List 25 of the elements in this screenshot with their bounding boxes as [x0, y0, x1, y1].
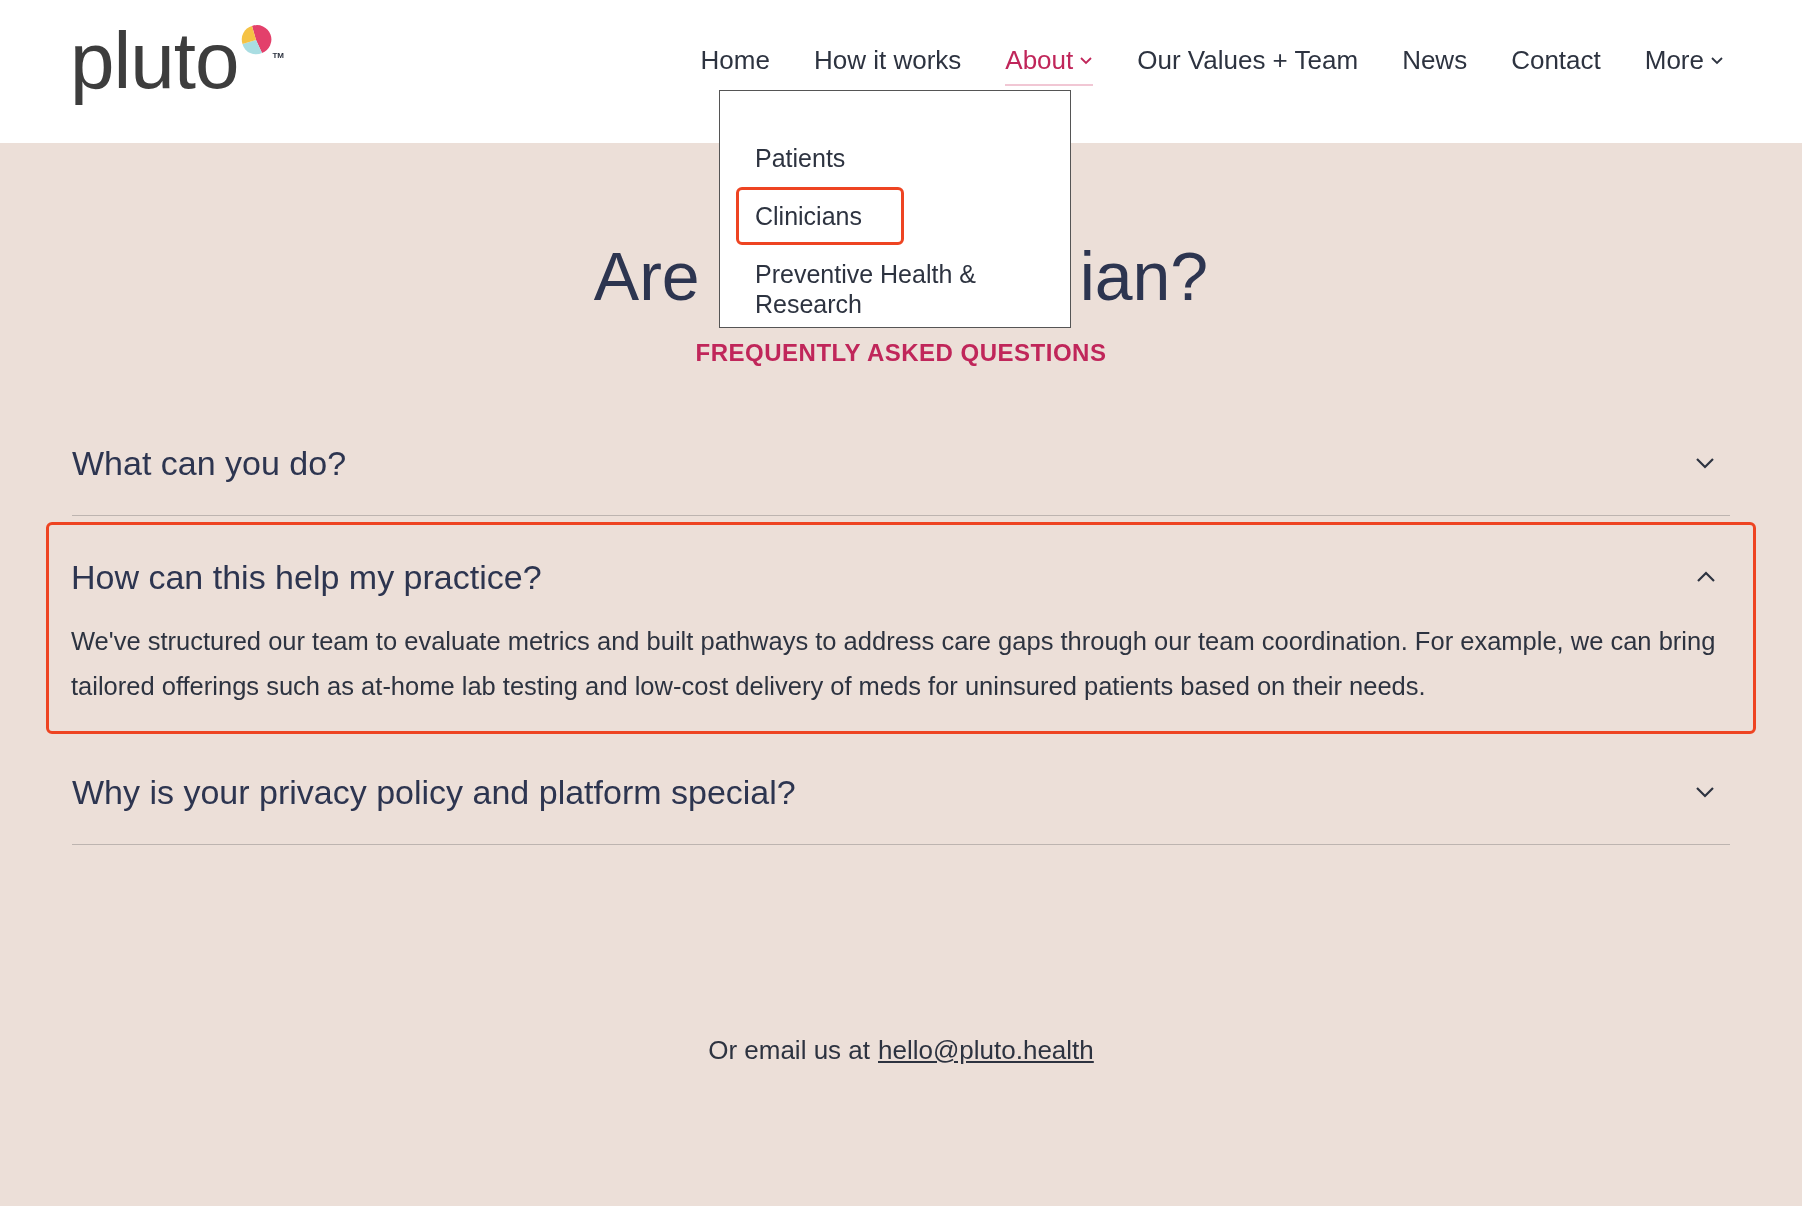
chevron-down-icon: [1694, 785, 1716, 799]
chevron-down-icon: [1694, 456, 1716, 470]
menu-item[interactable]: Clinicians: [736, 187, 904, 245]
faq-question[interactable]: What can you do?: [72, 411, 1730, 515]
nav-link[interactable]: More: [1644, 45, 1724, 86]
menu-item[interactable]: Patients: [736, 129, 1008, 187]
email-link[interactable]: hello@pluto.health: [878, 1035, 1094, 1066]
trademark-label: TM: [272, 51, 285, 60]
chevron-up-icon: [1695, 570, 1717, 584]
pie-logo-icon: [240, 24, 273, 56]
faq-question[interactable]: Why is your privacy policy and platform special?: [72, 740, 1730, 844]
nav-link[interactable]: How it works: [813, 45, 962, 86]
heading-text: ian?: [1079, 237, 1209, 316]
faq-answer: We've structured our team to evaluate metrics and built pathways to address care gaps through our team coordination. For example, we can bring tailored offerings such as at-home lab testing and low-cost delivery of meds for uninsured patients based on their needs.: [71, 626, 1717, 702]
menu-item[interactable]: Preventive Health & Research: [736, 245, 1008, 333]
nav-link[interactable]: Contact: [1511, 45, 1601, 86]
nav-link[interactable]: Our Values + Team: [1137, 45, 1359, 86]
heading-text: Are: [593, 237, 700, 316]
section-label: FREQUENTLY ASKED QUESTIONS: [694, 339, 1108, 367]
logo-wordmark[interactable]: pluto: [70, 18, 239, 104]
faq-question[interactable]: How can this help my practice?: [71, 525, 1731, 629]
nav-link[interactable]: Home: [700, 45, 770, 86]
nav-link[interactable]: About: [1005, 45, 1094, 86]
contact-text: Or email us at: [708, 1035, 870, 1066]
nav-link[interactable]: News: [1402, 45, 1468, 86]
